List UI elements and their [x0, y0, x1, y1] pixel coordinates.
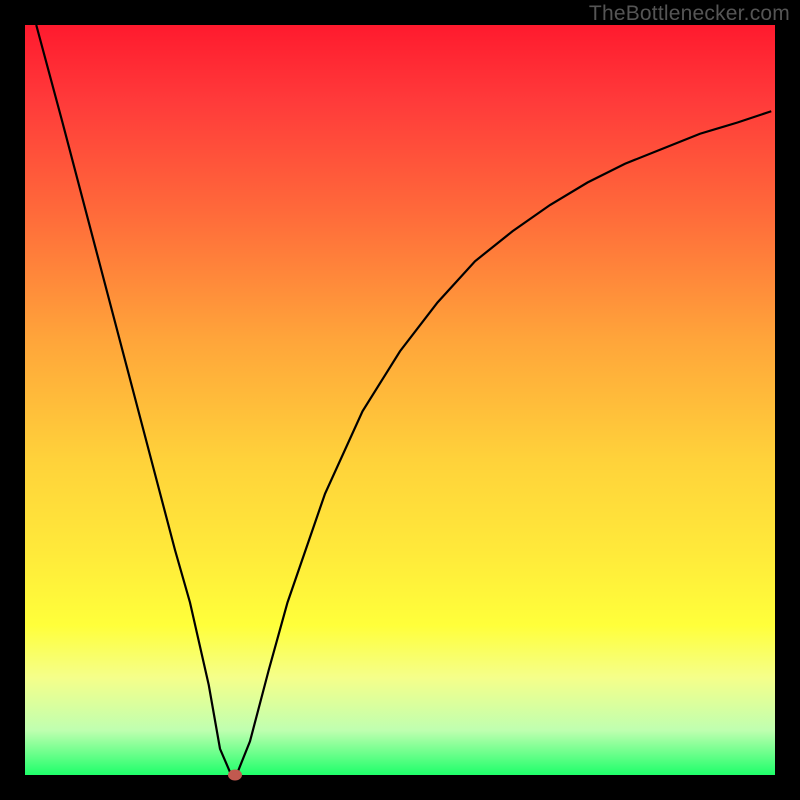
attribution-text: TheBottlenecker.com: [589, 2, 790, 26]
plot-background: [25, 25, 775, 775]
